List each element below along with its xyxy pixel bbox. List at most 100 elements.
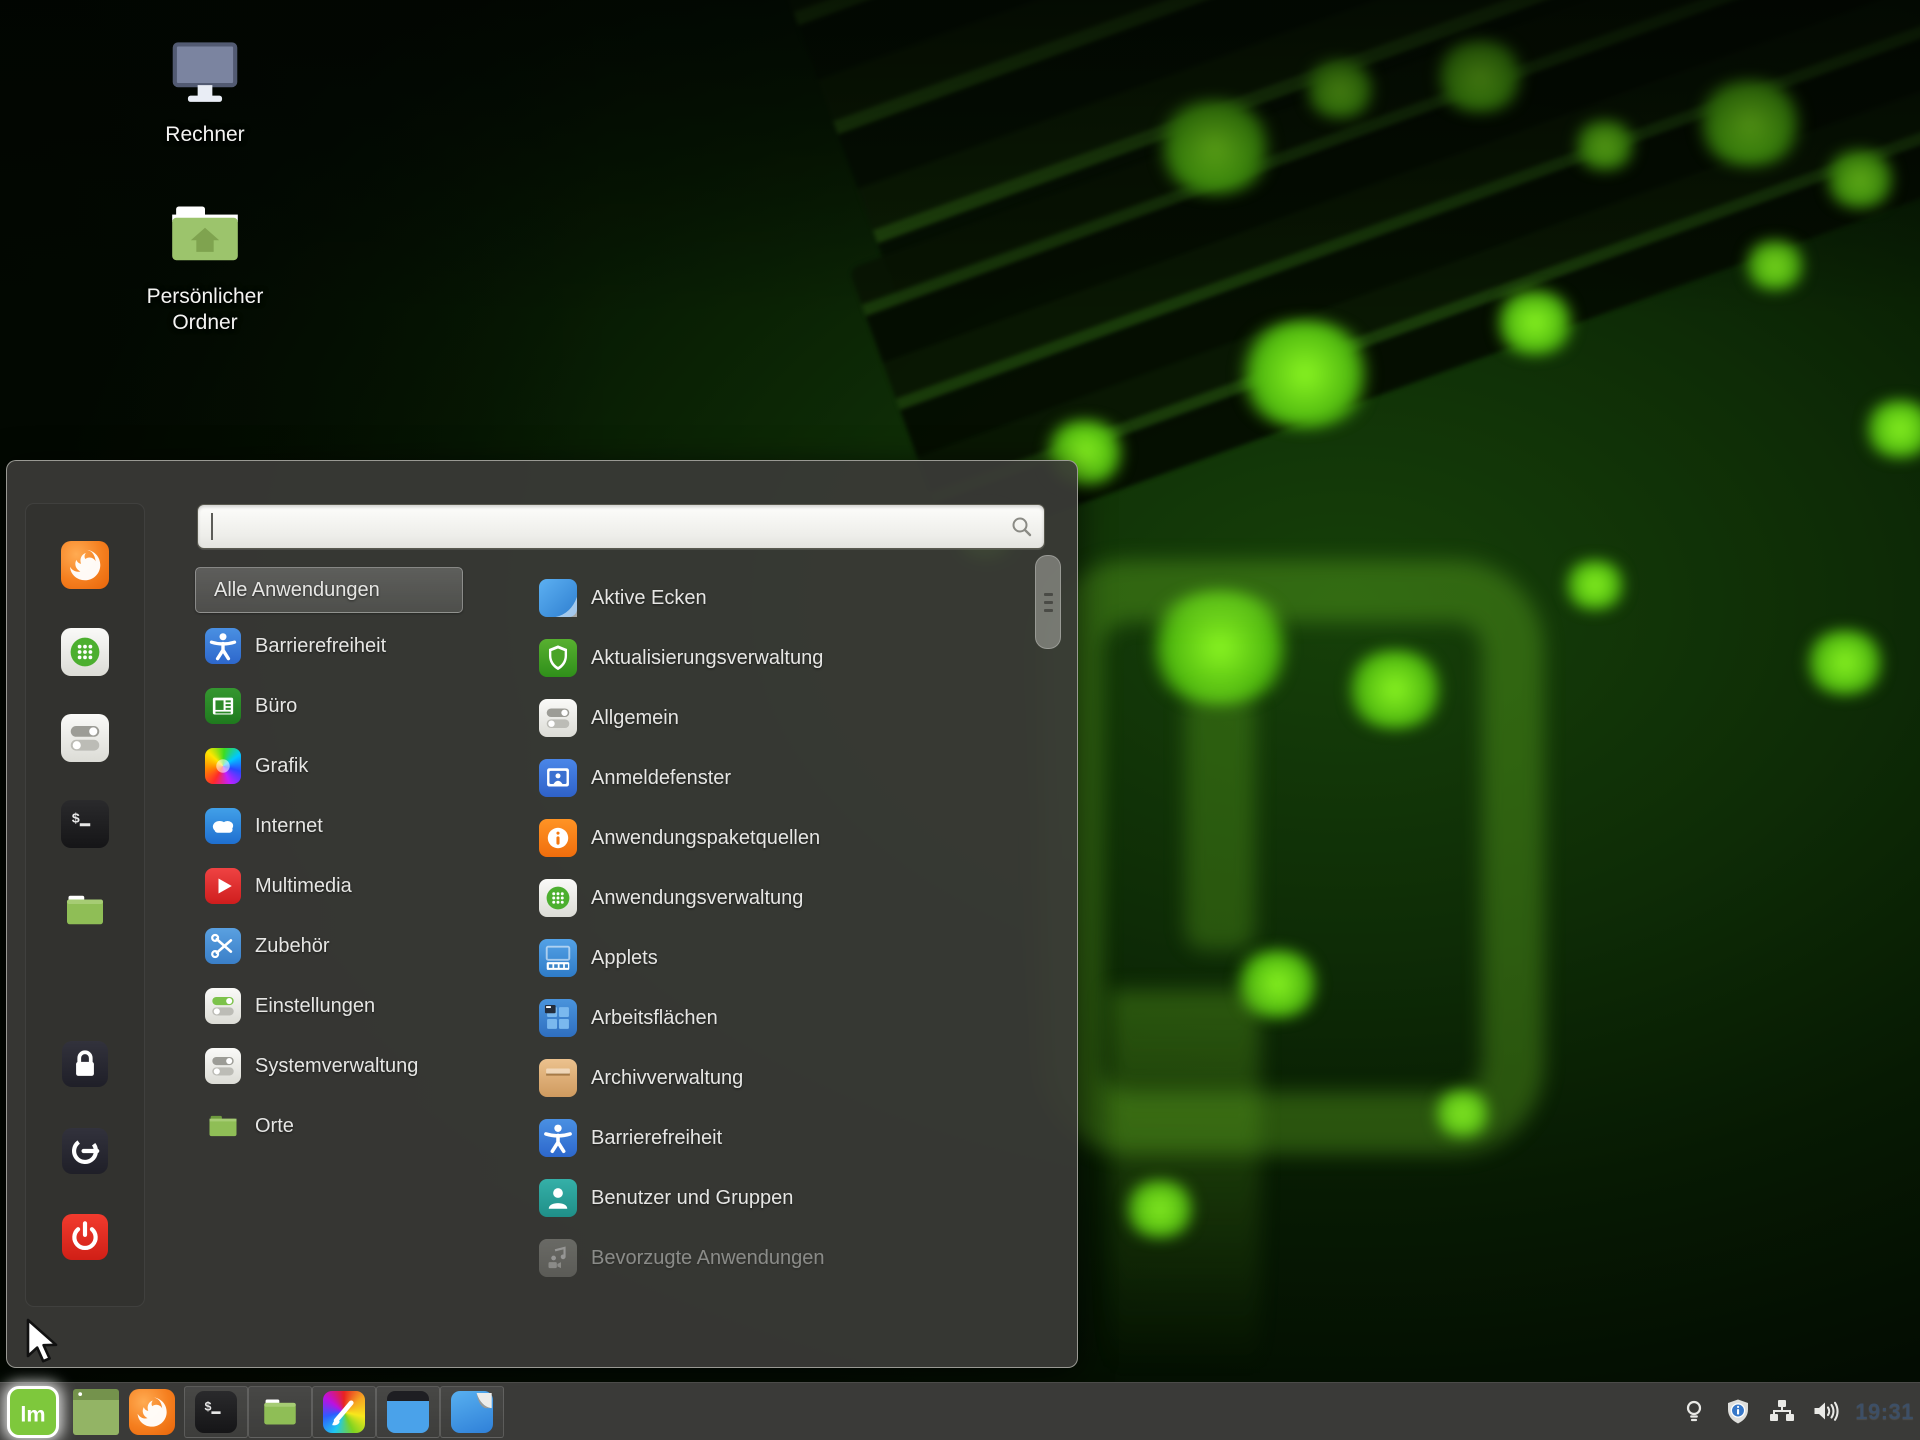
accessibility-icon [539, 1119, 577, 1157]
app-applets[interactable]: Applets [529, 928, 1059, 988]
application-label: Bevorzugte Anwendungen [591, 1247, 825, 1270]
favorites-column: $ [25, 503, 145, 1307]
xed-icon [451, 1391, 493, 1433]
application-label: Benutzer und Gruppen [591, 1187, 793, 1210]
category-buro[interactable]: Büro [195, 676, 505, 736]
settings-toggles-icon [61, 714, 109, 762]
favorite-firefox[interactable] [57, 537, 113, 593]
update-manager-icon [539, 639, 577, 677]
category-orte[interactable]: Orte [195, 1096, 505, 1156]
category-label: Internet [255, 815, 323, 838]
volume-tray-icon[interactable] [1811, 1397, 1841, 1427]
desktop-icon-computer[interactable]: Rechner [110, 30, 300, 148]
svg-text:lm: lm [20, 1401, 45, 1426]
lightbulb-tray-icon[interactable] [1679, 1397, 1709, 1427]
search-input[interactable] [210, 509, 994, 544]
lock-icon [62, 1041, 108, 1087]
mint-menu-icon: lm [7, 1386, 59, 1438]
category-zubehor[interactable]: Zubehör [195, 916, 505, 976]
terminal-icon: $ [61, 800, 109, 848]
app-bevorzugte-anwendungen[interactable]: Bevorzugte Anwendungen [529, 1228, 1059, 1288]
app-aktualisierungsverwaltung[interactable]: Aktualisierungsverwaltung [529, 628, 1059, 688]
favorite-files[interactable] [57, 882, 113, 938]
hot-corners-icon [539, 579, 577, 617]
window-button-files[interactable] [248, 1386, 312, 1438]
category-grafik[interactable]: Grafik [195, 736, 505, 796]
category-einstellungen[interactable]: Einstellungen [195, 976, 505, 1036]
favorite-system-settings[interactable] [57, 710, 113, 766]
app-anwendungspaketquellen[interactable]: Anwendungspaketquellen [529, 808, 1059, 868]
app-anmeldefenster[interactable]: Anmeldefenster [529, 748, 1059, 808]
app-list-scrollbar[interactable] [1035, 555, 1061, 649]
shutdown-button[interactable] [57, 1209, 113, 1265]
system-tray: 19:31 [1679, 1383, 1916, 1440]
clock[interactable]: 19:31 [1855, 1399, 1914, 1425]
launcher-firefox[interactable] [124, 1386, 180, 1438]
text-caret [211, 513, 213, 540]
window-button-app-window[interactable] [376, 1386, 440, 1438]
taskbar-panel: 19:31 lm $ [0, 1382, 1920, 1440]
logout-button[interactable] [57, 1123, 113, 1179]
users-groups-icon [539, 1179, 577, 1217]
shutdown-icon [62, 1214, 108, 1260]
accessibility-icon [205, 628, 241, 664]
office-icon [205, 688, 241, 724]
firefox-icon [61, 541, 109, 589]
category-label: Einstellungen [255, 995, 375, 1018]
window-button-gimp[interactable] [312, 1386, 376, 1438]
blue-window-icon [387, 1391, 429, 1433]
applets-icon [539, 939, 577, 977]
software-sources-icon [539, 819, 577, 857]
computer-icon [163, 30, 247, 114]
terminal-icon: $ [195, 1391, 237, 1433]
category-barrierefreiheit[interactable]: Barrierefreiheit [195, 616, 505, 676]
app-barrierefreiheit[interactable]: Barrierefreiheit [529, 1108, 1059, 1168]
application-label: Aktive Ecken [591, 587, 707, 610]
preferred-apps-icon [539, 1239, 577, 1277]
network-tray-icon[interactable] [1767, 1397, 1797, 1427]
category-multimedia[interactable]: Multimedia [195, 856, 505, 916]
graphics-icon [205, 748, 241, 784]
category-list: Barrierefreiheit Büro Grafik Internet Multim… [195, 616, 505, 1156]
desktop: Rechner Persönlicher Ordner $ Alle Anwe [0, 0, 1920, 1440]
window-button-terminal[interactable]: $ [184, 1386, 248, 1438]
launcher-show-desktop[interactable] [68, 1386, 124, 1438]
desktop-icon-home-folder[interactable]: Persönlicher Ordner [110, 192, 300, 337]
app-benutzer-und-gruppen[interactable]: Benutzer und Gruppen [529, 1168, 1059, 1228]
svg-text:$: $ [72, 812, 81, 828]
app-aktive-ecken[interactable]: Aktive Ecken [529, 568, 1059, 628]
category-internet[interactable]: Internet [195, 796, 505, 856]
application-list: Aktive Ecken Aktualisierungsverwaltung All… [529, 568, 1059, 1288]
favorite-software-manager[interactable] [57, 624, 113, 680]
category-label: Grafik [255, 755, 308, 778]
gimp-icon [323, 1391, 365, 1433]
window-button-text-editor[interactable] [440, 1386, 504, 1438]
app-allgemein[interactable]: Allgemein [529, 688, 1059, 748]
application-label: Aktualisierungsverwaltung [591, 647, 823, 670]
application-label: Allgemein [591, 707, 679, 730]
menu-button[interactable]: lm [6, 1386, 60, 1438]
firefox-icon [129, 1389, 175, 1435]
search-box [197, 504, 1045, 549]
app-anwendungsverwaltung[interactable]: Anwendungsverwaltung [529, 868, 1059, 928]
category-label: Multimedia [255, 875, 352, 898]
general-toggles-icon [539, 699, 577, 737]
update-shield-tray-icon[interactable] [1723, 1397, 1753, 1427]
files-folder-icon [61, 886, 109, 934]
category-label: Orte [255, 1115, 294, 1138]
category-label: Systemverwaltung [255, 1055, 418, 1078]
app-arbeitsflachen[interactable]: Arbeitsflächen [529, 988, 1059, 1048]
show-desktop-icon [73, 1389, 119, 1435]
category-all-applications[interactable]: Alle Anwendungen [195, 567, 463, 613]
cinnamon-menu: $ Alle Anwendungen Barrierefreiheit Büro G… [6, 460, 1078, 1368]
desktop-icon-label: Rechner [165, 122, 244, 148]
category-systemverwaltung[interactable]: Systemverwaltung [195, 1036, 505, 1096]
favorite-terminal[interactable]: $ [57, 796, 113, 852]
preferences-icon [205, 988, 241, 1024]
category-label: Barrierefreiheit [255, 635, 386, 658]
category-label: Alle Anwendungen [214, 579, 380, 602]
app-archivverwaltung[interactable]: Archivverwaltung [529, 1048, 1059, 1108]
files-folder-icon [259, 1391, 301, 1433]
lock-screen-button[interactable] [57, 1036, 113, 1092]
application-label: Anwendungsverwaltung [591, 887, 803, 910]
